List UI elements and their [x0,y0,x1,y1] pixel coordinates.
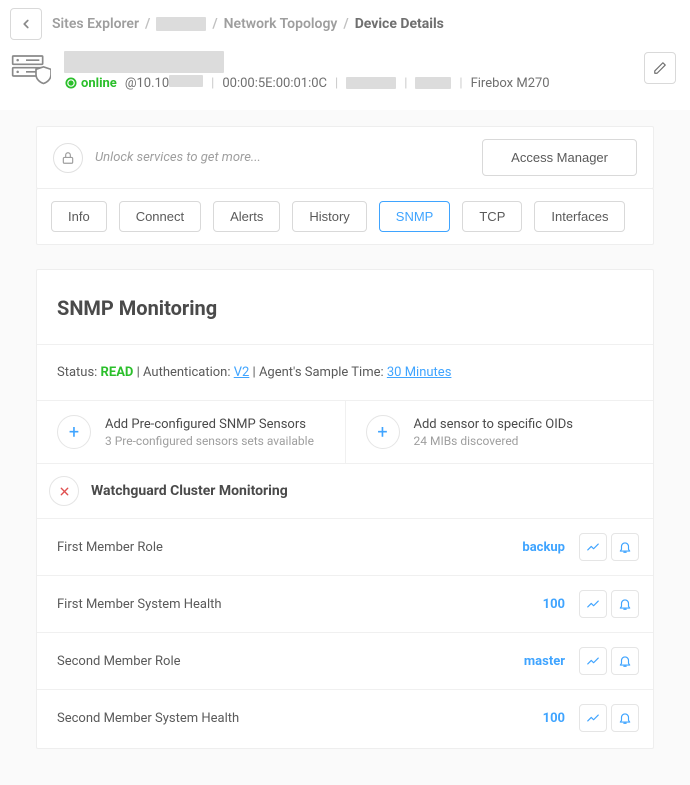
sensor-alert-button[interactable] [611,533,639,561]
breadcrumb-topology[interactable]: Network Topology [224,16,338,32]
back-button[interactable] [10,8,42,40]
pencil-icon [653,61,667,75]
sensor-row: First Member System Health 100 [37,576,653,633]
status-value: READ [101,365,134,380]
sample-label: | Agent's Sample Time: [249,365,387,380]
breadcrumb-sep: / [145,16,150,32]
tab-history[interactable]: History [292,201,366,232]
add-oid-title: Add sensor to specific OIDs [414,417,574,432]
close-icon [59,486,70,497]
add-pre-title: Add Pre-configured SNMP Sensors [105,417,314,432]
device-tabs: Info Connect Alerts History SNMP TCP Int… [36,188,654,245]
sensor-chart-button[interactable] [579,704,607,732]
sensor-row: First Member Role backup [37,519,653,576]
plus-icon: + [57,415,91,449]
meta-sep: | [335,76,338,91]
sensor-alert-button[interactable] [611,647,639,675]
device-status-label: online [81,76,117,91]
edit-device-button[interactable] [644,52,676,84]
device-ip-prefix: @10.10 [125,76,169,91]
unlock-text: Unlock services to get more... [95,150,470,165]
status-label: Status: [57,365,101,380]
device-field-redacted [415,77,451,89]
tab-tcp[interactable]: TCP [462,201,522,232]
add-oid-sub: 24 MIBs discovered [414,434,574,448]
access-manager-button[interactable]: Access Manager [482,139,637,176]
breadcrumb-current: Device Details [355,16,444,32]
device-type-icon [10,50,52,92]
snmp-status-line: Status: READ | Authentication: V2 | Agen… [37,345,653,401]
sensor-value: backup [522,540,565,555]
device-status: online [64,76,117,91]
sensor-value: master [524,654,565,669]
sensor-label: Second Member System Health [57,711,543,726]
sensor-label: Second Member Role [57,654,524,669]
breadcrumb: Sites Explorer / / Network Topology / De… [52,16,444,32]
sensor-alert-button[interactable] [611,590,639,618]
sensor-label: First Member Role [57,540,522,555]
chart-icon [586,597,600,611]
sensor-value: 100 [543,711,565,726]
chart-icon [586,540,600,554]
meta-sep: | [459,76,462,91]
device-name-redacted [64,51,224,73]
sensor-row: Second Member Role master [37,633,653,690]
lock-icon [53,143,83,173]
sensor-chart-button[interactable] [579,590,607,618]
sensor-row: Second Member System Health 100 [37,690,653,746]
snmp-heading: SNMP Monitoring [37,270,653,345]
breadcrumb-sep: / [343,16,348,32]
bell-icon [618,654,632,668]
chevron-left-icon [19,17,33,31]
breadcrumb-root[interactable]: Sites Explorer [52,16,139,32]
tab-alerts[interactable]: Alerts [213,201,280,232]
device-field-redacted [346,77,396,89]
sensor-value: 100 [543,597,565,612]
auth-label: | Authentication: [133,365,233,380]
remove-group-button[interactable] [49,476,79,506]
add-oid-sensor[interactable]: + Add sensor to specific OIDs 24 MIBs di… [345,401,654,463]
chart-icon [586,654,600,668]
device-ip: @10.10 [125,75,203,91]
meta-sep: | [404,76,407,91]
meta-sep: | [211,76,214,91]
plus-icon: + [366,415,400,449]
add-pre-sub: 3 Pre-configured sensors sets available [105,434,314,448]
breadcrumb-sep: / [212,16,217,32]
tab-connect[interactable]: Connect [119,201,201,232]
bell-icon [618,540,632,554]
device-ip-redacted [169,75,203,87]
sensor-group-title: Watchguard Cluster Monitoring [91,483,288,499]
sensor-chart-button[interactable] [579,647,607,675]
sensor-chart-button[interactable] [579,533,607,561]
tab-info[interactable]: Info [51,201,107,232]
sensor-alert-button[interactable] [611,704,639,732]
breadcrumb-site-redacted[interactable] [156,17,206,31]
device-model: Firebox M270 [471,76,550,91]
sensor-label: First Member System Health [57,597,543,612]
tab-snmp[interactable]: SNMP [379,201,451,232]
online-icon [64,76,78,90]
device-meta: online @10.10 | 00:00:5E:00:01:0C | | | … [64,75,676,91]
auth-link[interactable]: V2 [234,365,250,380]
device-mac: 00:00:5E:00:01:0C [222,76,327,91]
sample-link[interactable]: 30 Minutes [387,365,452,380]
bell-icon [618,597,632,611]
tab-interfaces[interactable]: Interfaces [534,201,625,232]
add-preconfigured-sensors[interactable]: + Add Pre-configured SNMP Sensors 3 Pre-… [37,401,345,463]
